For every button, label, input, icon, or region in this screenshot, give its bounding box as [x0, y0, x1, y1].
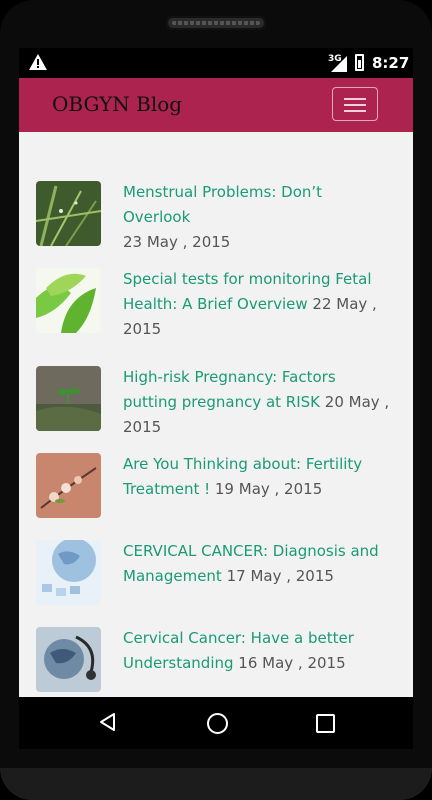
post-text: Special tests for monitoring Fetal Healt…	[123, 267, 393, 342]
speaker-grille	[166, 16, 266, 30]
post-thumbnail[interactable]	[36, 627, 101, 692]
post-text: CERVICAL CANCER: Diagnosis and Managemen…	[123, 539, 393, 589]
brand-title[interactable]: OBGYN Blog	[52, 92, 182, 116]
post-thumbnail[interactable]	[36, 366, 101, 431]
phone-frame: 3G 8:27 OBGYN Blog Menstrual Problems: D…	[0, 0, 432, 800]
clock: 8:27	[372, 54, 410, 72]
app-screen: OBGYN Blog Menstrual Problems: Don’t Ove…	[19, 78, 413, 697]
post-thumbnail[interactable]	[36, 268, 101, 333]
post-thumbnail[interactable]	[36, 540, 101, 605]
back-icon[interactable]	[98, 712, 118, 732]
recents-icon[interactable]	[316, 714, 335, 733]
post-text: Cervical Cancer: Have a better Understan…	[123, 626, 393, 676]
post-title-link[interactable]: High-risk Pregnancy: Factors putting pre…	[123, 368, 336, 411]
system-navigation-bar	[19, 697, 413, 749]
post-thumbnail[interactable]	[36, 181, 101, 246]
warning-icon	[29, 54, 47, 70]
post-date: 23 May , 2015	[123, 233, 231, 251]
phone-bottom-bezel	[0, 768, 432, 800]
battery-icon	[355, 54, 364, 71]
signal-icon	[331, 56, 347, 72]
post-text: High-risk Pregnancy: Factors putting pre…	[123, 365, 393, 440]
post-title-link[interactable]: Menstrual Problems: Don’t Overlook	[123, 183, 322, 226]
post-text: Are You Thinking about: Fertility Treatm…	[123, 452, 393, 502]
status-bar: 3G 8:27	[19, 48, 413, 78]
home-icon[interactable]	[207, 713, 228, 734]
post-date: 16 May , 2015	[238, 654, 346, 672]
top-navbar: OBGYN Blog	[19, 78, 413, 132]
post-text: Menstrual Problems: Don’t Overlook 23 Ma…	[123, 180, 393, 255]
post-date: 17 May , 2015	[226, 567, 334, 585]
post-thumbnail[interactable]	[36, 453, 101, 518]
post-date: 19 May , 2015	[214, 480, 323, 498]
menu-toggle-button[interactable]	[332, 87, 378, 121]
